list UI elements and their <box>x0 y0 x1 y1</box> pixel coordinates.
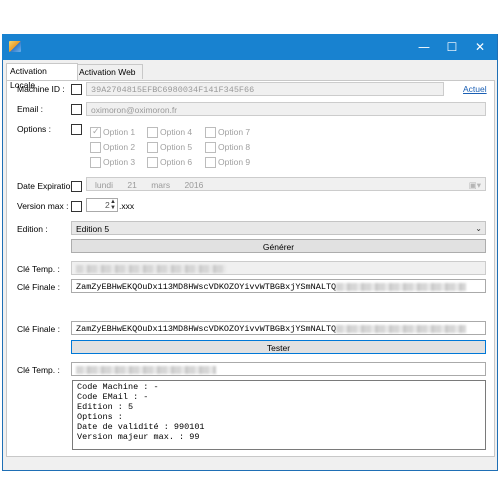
date-picker[interactable]: lundi 21 mars 2016 ▣▾ <box>86 177 486 191</box>
date-expiration-checkbox[interactable] <box>71 181 82 192</box>
email-checkbox[interactable] <box>71 104 82 115</box>
cle-finale-label: Clé Finale : <box>17 282 60 292</box>
email-label: Email : <box>17 104 43 114</box>
app-icon <box>9 41 21 52</box>
email-field[interactable]: oximoron@oximoron.fr <box>86 102 486 116</box>
option-9-label: Option 9 <box>218 157 251 167</box>
tab-activation-web[interactable]: Activation Web <box>75 64 143 79</box>
option-6-checkbox[interactable] <box>147 157 158 168</box>
option-8-checkbox[interactable] <box>205 142 216 153</box>
machine-id-field[interactable]: 39A2704815EFBC6980034F141F345F66 <box>86 82 444 96</box>
date-month: mars <box>151 180 171 190</box>
maximize-button[interactable]: ☐ <box>438 34 466 60</box>
edition-selected: Edition 5 <box>76 224 110 234</box>
version-max-label: Version max : <box>17 201 69 211</box>
option-1-checkbox[interactable] <box>90 126 101 138</box>
generate-button[interactable]: Générer <box>71 239 486 253</box>
redacted-value <box>336 324 467 333</box>
minimize-button[interactable]: — <box>410 34 438 60</box>
version-max-spinner[interactable]: 2 ▲ ▼ <box>86 198 118 212</box>
actuel-link[interactable]: Actuel <box>463 84 487 94</box>
test-button[interactable]: Tester <box>71 340 486 354</box>
option-1-label: Option 1 <box>103 127 136 137</box>
option-5-checkbox[interactable] <box>147 142 158 153</box>
result-textbox[interactable]: Code Machine : - Code EMail : - Edition … <box>72 380 486 450</box>
edition-select[interactable]: Edition 5 ⌄ <box>71 221 486 235</box>
option-8-label: Option 8 <box>218 142 251 152</box>
cle-temp-field[interactable] <box>71 261 486 275</box>
date-year: 2016 <box>184 180 204 190</box>
option-3-label: Option 3 <box>103 157 136 167</box>
cle-finale-value: ZamZyEBHwEKQOuDx113MD8HWscVDKOZOYivvWTBG… <box>76 282 337 292</box>
redacted-value <box>76 365 216 374</box>
calendar-dropdown-icon[interactable]: ▣▾ <box>469 178 481 190</box>
option-9-checkbox[interactable] <box>205 157 216 168</box>
version-max-checkbox[interactable] <box>71 201 82 212</box>
option-6-label: Option 6 <box>160 157 193 167</box>
redacted-value <box>336 282 467 291</box>
spin-down-icon[interactable]: ▼ <box>109 205 117 211</box>
version-suffix: .xxx <box>119 201 135 211</box>
chevron-down-icon: ⌄ <box>475 224 482 233</box>
option-4-label: Option 4 <box>160 127 193 137</box>
cle-finale-field[interactable]: ZamZyEBHwEKQOuDx113MD8HWscVDKOZOYivvWTBG… <box>71 279 486 293</box>
date-weekday: lundi <box>95 180 113 190</box>
option-3-checkbox[interactable] <box>90 157 101 168</box>
option-5-label: Option 5 <box>160 142 193 152</box>
close-button[interactable]: ✕ <box>466 34 494 60</box>
option-7-label: Option 7 <box>218 127 251 137</box>
edition-label: Edition : <box>17 224 48 234</box>
test-cle-temp-label: Clé Temp. : <box>17 365 60 375</box>
option-4-checkbox[interactable] <box>147 127 158 138</box>
test-cle-finale-field[interactable]: ZamZyEBHwEKQOuDx113MD8HWscVDKOZOYivvWTBG… <box>71 321 486 335</box>
option-2-label: Option 2 <box>103 142 136 152</box>
options-label: Options : <box>17 124 52 134</box>
cle-temp-label: Clé Temp. : <box>17 264 60 274</box>
test-cle-finale-value: ZamZyEBHwEKQOuDx113MD8HWscVDKOZOYivvWTBG… <box>76 324 337 334</box>
options-checkbox[interactable] <box>71 124 82 135</box>
date-day: 21 <box>127 180 137 190</box>
test-cle-finale-label: Clé Finale : <box>17 324 60 334</box>
option-7-checkbox[interactable] <box>205 127 216 138</box>
machine-id-checkbox[interactable] <box>71 84 82 95</box>
option-2-checkbox[interactable] <box>90 142 101 153</box>
test-cle-temp-field[interactable] <box>71 362 486 376</box>
redacted-value <box>76 264 226 273</box>
tab-activation-locale[interactable]: Activation Locale <box>6 63 78 90</box>
